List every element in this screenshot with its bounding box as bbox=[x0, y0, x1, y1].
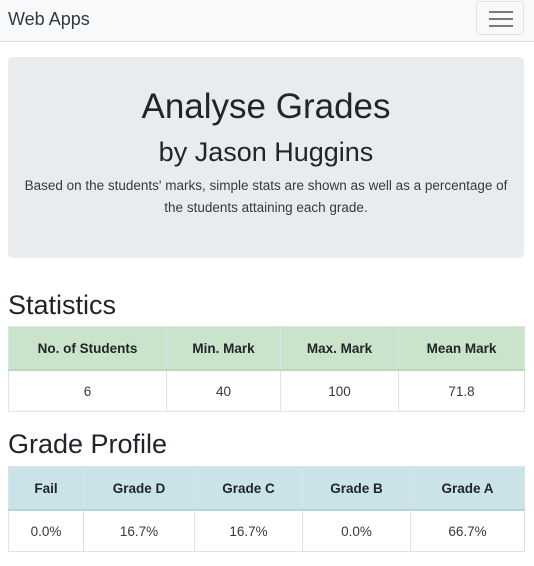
table-row: 0.0% 16.7% 16.7% 0.0% 66.7% bbox=[8, 509, 525, 552]
statistics-table: No. of Students Min. Mark Max. Mark Mean… bbox=[8, 326, 525, 412]
grade-d-percent: 16.7% bbox=[83, 509, 195, 552]
grade-header-row: Fail Grade D Grade C Grade B Grade A bbox=[8, 466, 525, 511]
header-grade-a: Grade A bbox=[410, 466, 525, 511]
statistics-heading: Statistics bbox=[8, 290, 117, 320]
navbar-brand[interactable]: Web Apps bbox=[8, 8, 90, 30]
min-mark-value: 40 bbox=[166, 369, 281, 412]
grade-b-percent: 0.0% bbox=[302, 509, 411, 552]
grade-profile-heading: Grade Profile bbox=[8, 429, 168, 459]
header-max-mark: Max. Mark bbox=[280, 326, 399, 371]
grade-a-percent: 66.7% bbox=[410, 509, 525, 552]
max-mark-value: 100 bbox=[280, 369, 399, 412]
jumbotron: Analyse Grades by Jason Huggins Based on… bbox=[8, 57, 524, 258]
header-grade-b: Grade B bbox=[302, 466, 411, 511]
navbar: Web Apps bbox=[0, 0, 534, 42]
header-mean-mark: Mean Mark bbox=[398, 326, 525, 371]
statistics-header-row: No. of Students Min. Mark Max. Mark Mean… bbox=[8, 326, 525, 371]
header-num-students: No. of Students bbox=[8, 326, 167, 371]
grade-profile-table: Fail Grade D Grade C Grade B Grade A 0.0… bbox=[8, 466, 525, 552]
header-min-mark: Min. Mark bbox=[166, 326, 281, 371]
num-students-value: 6 bbox=[8, 369, 167, 412]
fail-percent: 0.0% bbox=[8, 509, 84, 552]
page-description: Based on the students' marks, simple sta… bbox=[24, 178, 508, 215]
header-fail: Fail bbox=[8, 466, 84, 511]
page-subtitle: by Jason Huggins bbox=[158, 137, 374, 167]
grade-c-percent: 16.7% bbox=[194, 509, 303, 552]
mean-mark-value: 71.8 bbox=[398, 369, 525, 412]
page-title: Analyse Grades bbox=[141, 87, 391, 126]
header-grade-d: Grade D bbox=[83, 466, 195, 511]
table-row: 6 40 100 71.8 bbox=[8, 369, 525, 412]
navbar-toggler-button[interactable] bbox=[476, 1, 524, 35]
header-grade-c: Grade C bbox=[194, 466, 303, 511]
